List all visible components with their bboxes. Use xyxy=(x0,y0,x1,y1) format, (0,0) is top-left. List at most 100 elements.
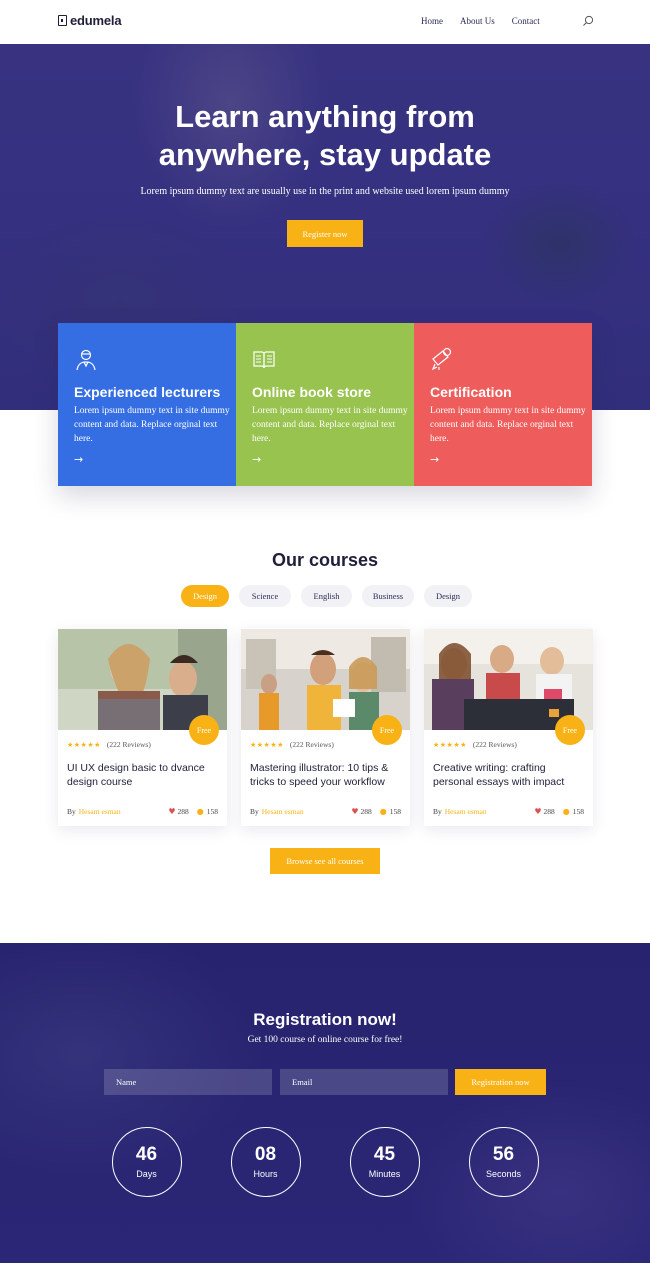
arrow-right-icon[interactable]: → xyxy=(430,453,439,466)
author-link[interactable]: Hesam esman xyxy=(79,807,121,816)
search-icon[interactable] xyxy=(582,15,594,27)
likes-count: ♥ 288 xyxy=(534,807,554,816)
countdown-days: 46 Days xyxy=(112,1127,182,1197)
star-rating-icon: ★★★★★ xyxy=(67,740,101,749)
countdown-value: 45 xyxy=(373,1144,396,1165)
course-title[interactable]: UI UX design basic to dvance design cour… xyxy=(67,761,222,789)
by-label: By xyxy=(433,807,442,816)
students-value: 158 xyxy=(389,807,401,816)
lecturer-icon xyxy=(76,349,96,371)
nav-links: Home About Us Contact xyxy=(421,16,557,26)
registration-subtitle: Get 100 course of online course for free… xyxy=(247,1035,403,1045)
by-label: By xyxy=(67,807,76,816)
hero-title-line2: anywhere, stay update xyxy=(158,137,492,172)
registration-submit-button[interactable]: Registration now xyxy=(455,1069,546,1095)
likes-value: 288 xyxy=(543,807,555,816)
course-meta: By Hesam esman ♥ 288 ● 158 xyxy=(250,807,401,816)
feature-title: Experienced lecturers xyxy=(74,384,221,400)
feature-card-book-store[interactable]: Online book store Lorem ipsum dummy text… xyxy=(236,323,414,486)
countdown-value: 46 xyxy=(135,1144,158,1165)
user-icon: ● xyxy=(562,807,570,816)
hero-title: Learn anything from anywhere, stay updat… xyxy=(0,98,650,174)
author-link[interactable]: Hesam esman xyxy=(262,807,304,816)
review-count: (222 Reviews) xyxy=(106,740,151,749)
nav-link-home[interactable]: Home xyxy=(421,16,443,26)
certificate-icon xyxy=(431,347,452,371)
feature-text: Lorem ipsum dummy text in site dummy con… xyxy=(430,406,586,444)
feature-title: Online book store xyxy=(252,384,372,400)
arrow-right-icon[interactable]: → xyxy=(252,453,261,466)
students-count: ● 158 xyxy=(197,807,218,816)
students-value: 158 xyxy=(206,807,218,816)
free-badge: Free xyxy=(189,715,219,745)
course-rating: ★★★★★ (222 Reviews) xyxy=(433,740,517,749)
filter-tab-science[interactable]: Science xyxy=(239,585,291,607)
course-card[interactable]: Free ★★★★★ (222 Reviews) UI UX design ba… xyxy=(58,629,227,826)
course-card[interactable]: Free ★★★★★ (222 Reviews) Creative writin… xyxy=(424,629,593,826)
email-field[interactable] xyxy=(280,1069,448,1095)
filter-tab-design[interactable]: Design xyxy=(181,585,229,607)
countdown-label: Seconds xyxy=(485,1169,522,1179)
countdown-value: 08 xyxy=(254,1144,277,1165)
filter-tab-business[interactable]: Business xyxy=(362,585,414,607)
feature-text: Lorem ipsum dummy text in site dummy con… xyxy=(74,406,230,444)
course-filter-tabs: Design Science English Business Design xyxy=(181,585,482,607)
students-value: 158 xyxy=(572,807,584,816)
countdown-hours: 08 Hours xyxy=(231,1127,301,1197)
filter-tab-design-2[interactable]: Design xyxy=(424,585,472,607)
user-icon: ● xyxy=(379,807,387,816)
course-rating: ★★★★★ (222 Reviews) xyxy=(250,740,334,749)
filter-tab-english[interactable]: English xyxy=(301,585,352,607)
likes-count: ♥ 288 xyxy=(351,807,371,816)
countdown-label: Hours xyxy=(253,1169,278,1179)
arrow-right-icon[interactable]: → xyxy=(74,453,83,466)
review-count: (222 Reviews) xyxy=(289,740,334,749)
heart-icon: ♥ xyxy=(534,807,542,816)
author-link[interactable]: Hesam esman xyxy=(445,807,487,816)
likes-value: 288 xyxy=(360,807,372,816)
features-row: Experienced lecturers Lorem ipsum dummy … xyxy=(58,323,592,486)
course-meta: By Hesam esman ♥ 288 ● 158 xyxy=(67,807,218,816)
courses-section-title: Our courses xyxy=(271,550,379,570)
user-icon: ● xyxy=(196,807,204,816)
register-now-button[interactable]: Register now xyxy=(287,220,363,247)
star-rating-icon: ★★★★★ xyxy=(433,740,467,749)
course-rating: ★★★★★ (222 Reviews) xyxy=(67,740,151,749)
countdown-minutes: 45 Minutes xyxy=(350,1127,420,1197)
star-rating-icon: ★★★★★ xyxy=(250,740,284,749)
countdown-value: 56 xyxy=(492,1144,515,1165)
likes-value: 288 xyxy=(177,807,189,816)
book-icon xyxy=(253,351,275,369)
heart-icon: ♥ xyxy=(351,807,359,816)
students-count: ● 158 xyxy=(380,807,401,816)
free-badge: Free xyxy=(555,715,585,745)
nav-link-contact[interactable]: Contact xyxy=(512,16,540,26)
logo-icon xyxy=(58,15,67,26)
feature-title: Certification xyxy=(430,384,512,400)
review-count: (222 Reviews) xyxy=(472,740,517,749)
hero-title-line1: Learn anything from xyxy=(175,99,475,134)
feature-card-lecturers[interactable]: Experienced lecturers Lorem ipsum dummy … xyxy=(58,323,236,486)
registration-title: Registration now! xyxy=(253,1010,397,1029)
heart-icon: ♥ xyxy=(168,807,176,816)
hero-subtitle: Lorem ipsum dummy text are usually use i… xyxy=(140,186,510,197)
course-meta: By Hesam esman ♥ 288 ● 158 xyxy=(433,807,584,816)
free-badge: Free xyxy=(372,715,402,745)
course-title[interactable]: Creative writing: crafting personal essa… xyxy=(433,761,588,789)
course-card[interactable]: Free ★★★★★ (222 Reviews) Mastering illus… xyxy=(241,629,410,826)
nav-link-about[interactable]: About Us xyxy=(460,16,495,26)
likes-count: ♥ 288 xyxy=(168,807,188,816)
feature-text: Lorem ipsum dummy text in site dummy con… xyxy=(252,406,408,444)
top-navbar: edumela Home About Us Contact xyxy=(0,0,650,44)
feature-card-certification[interactable]: Certification Lorem ipsum dummy text in … xyxy=(414,323,592,486)
countdown-label: Days xyxy=(136,1169,157,1179)
by-label: By xyxy=(250,807,259,816)
students-count: ● 158 xyxy=(563,807,584,816)
name-field[interactable] xyxy=(104,1069,272,1095)
course-title[interactable]: Mastering illustrator: 10 tips & tricks … xyxy=(250,761,405,789)
browse-all-courses-button[interactable]: Browse see all courses xyxy=(270,848,380,874)
countdown-seconds: 56 Seconds xyxy=(469,1127,539,1197)
brand-logo[interactable]: edumela xyxy=(58,13,122,28)
countdown-label: Minutes xyxy=(368,1169,401,1179)
registration-section: Registration now! Get 100 course of onli… xyxy=(0,943,650,1263)
